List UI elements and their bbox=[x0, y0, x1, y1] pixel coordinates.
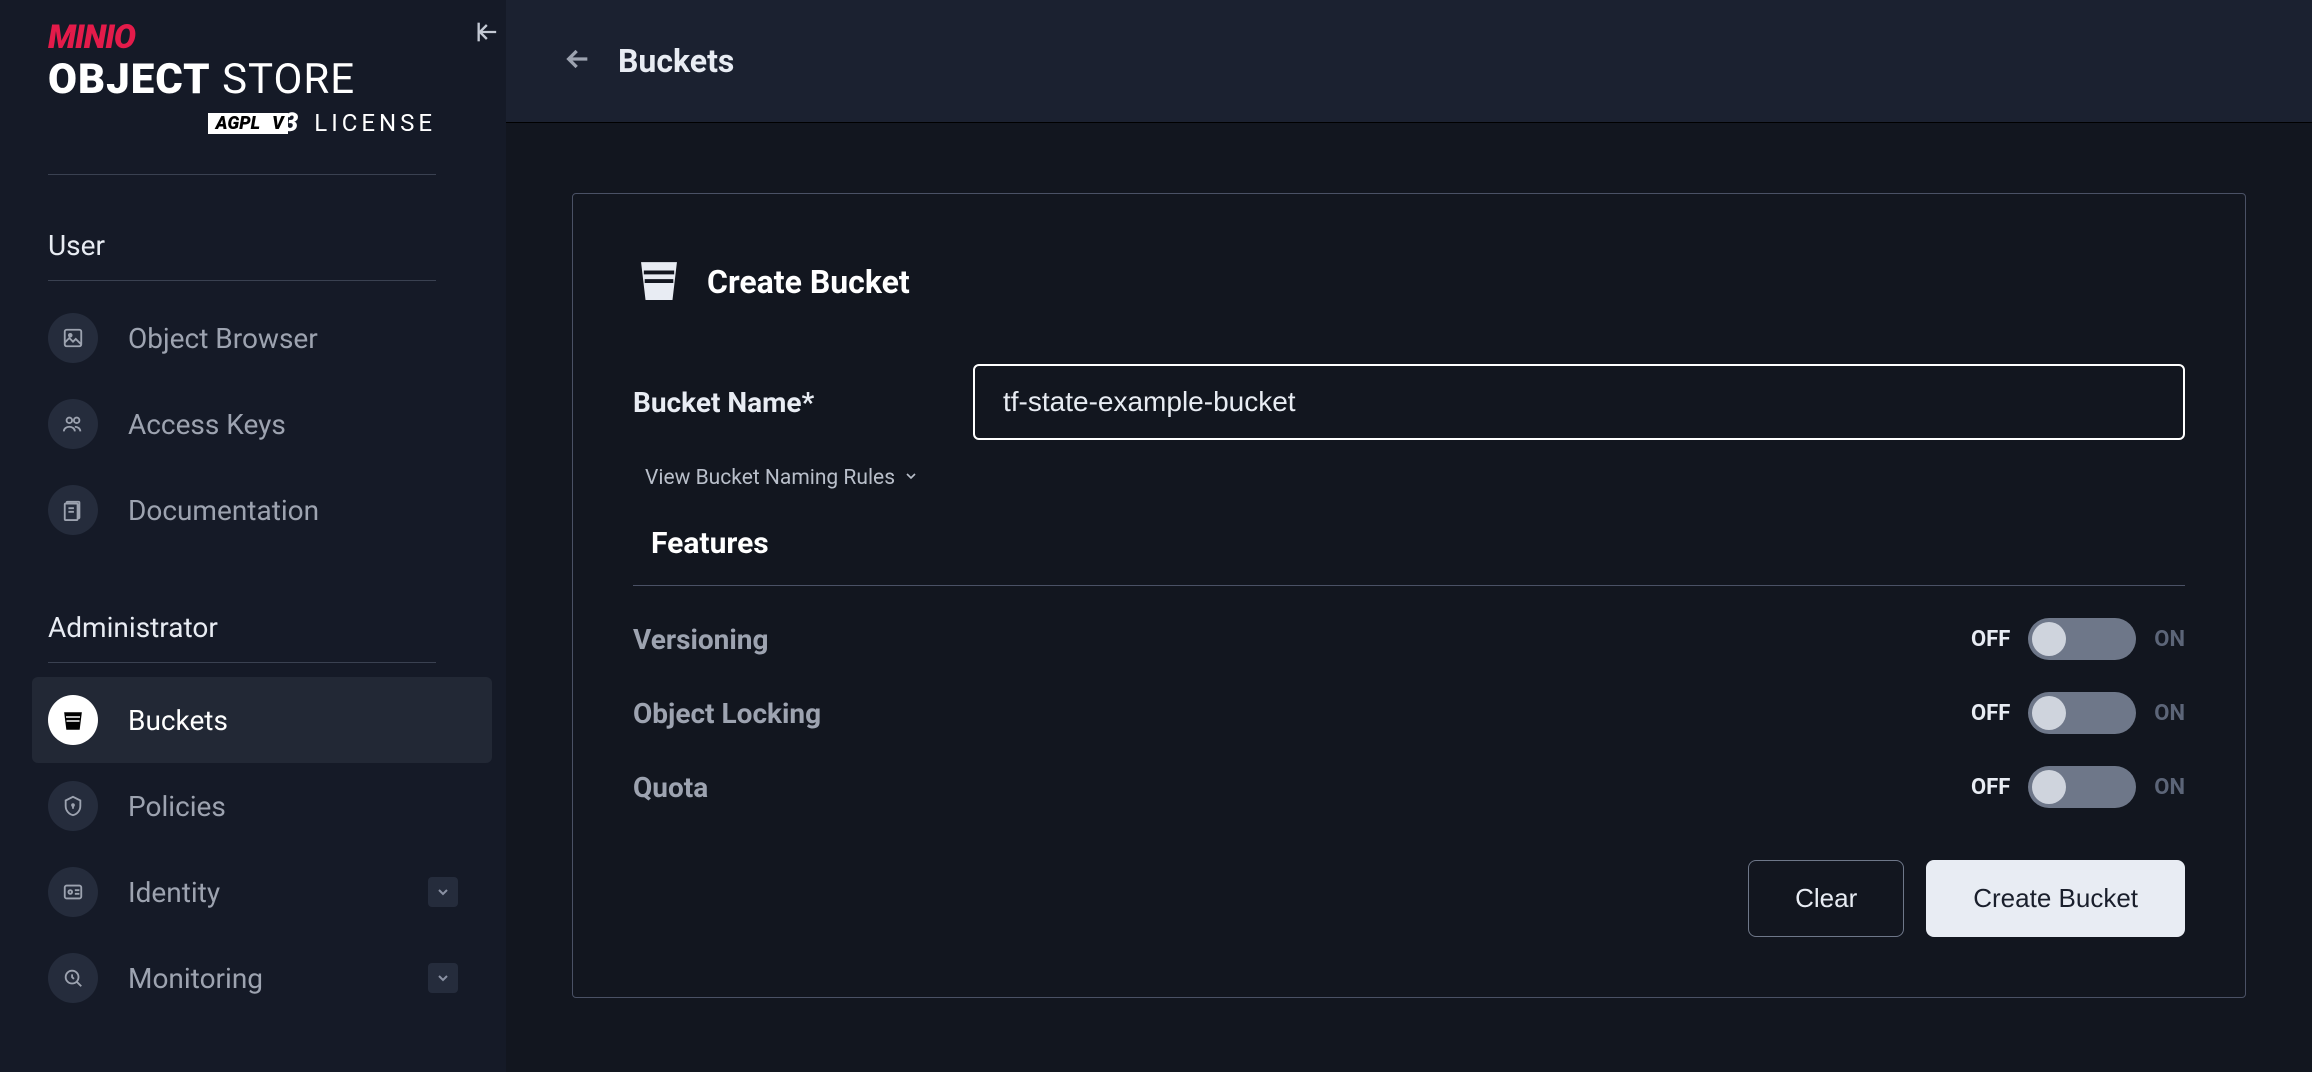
logo-license: AGPLV3 LICENSE bbox=[48, 108, 436, 138]
sidebar-item-label: Object Browser bbox=[128, 322, 482, 355]
create-bucket-button[interactable]: Create Bucket bbox=[1926, 860, 2185, 937]
sidebar-item-label: Monitoring bbox=[128, 962, 428, 995]
feature-quota: Quota OFF ON bbox=[633, 750, 2185, 824]
sidebar-item-label: Identity bbox=[128, 876, 428, 909]
access-keys-icon bbox=[48, 399, 98, 449]
documentation-icon bbox=[48, 485, 98, 535]
feature-label: Versioning bbox=[633, 623, 1971, 656]
toggle-off-label: OFF bbox=[1971, 627, 2010, 652]
toggle-versioning: OFF ON bbox=[1971, 618, 2185, 660]
nav-admin: Buckets Policies Identity Monitoring bbox=[48, 677, 458, 1021]
toggle-object-locking: OFF ON bbox=[1971, 692, 2185, 734]
back-arrow-icon[interactable] bbox=[562, 43, 594, 79]
toggle-switch[interactable] bbox=[2028, 692, 2136, 734]
bucket-icon bbox=[633, 254, 685, 310]
feature-object-locking: Object Locking OFF ON bbox=[633, 676, 2185, 750]
sidebar-item-buckets[interactable]: Buckets bbox=[32, 677, 492, 763]
toggle-quota: OFF ON bbox=[1971, 766, 2185, 808]
identity-icon bbox=[48, 867, 98, 917]
card-header: Create Bucket bbox=[633, 254, 2185, 310]
page-header: Buckets bbox=[506, 0, 2312, 123]
logo-brand: MINIO bbox=[48, 18, 436, 57]
nav-user: Object Browser Access Keys Documentation bbox=[48, 295, 458, 553]
sidebar-item-label: Buckets bbox=[128, 704, 482, 737]
sidebar-item-identity[interactable]: Identity bbox=[32, 849, 492, 935]
bucket-name-label: Bucket Name* bbox=[633, 386, 933, 419]
collapse-sidebar-icon[interactable] bbox=[474, 18, 502, 50]
naming-rules-link[interactable]: View Bucket Naming Rules bbox=[645, 466, 919, 490]
feature-versioning: Versioning OFF ON bbox=[633, 602, 2185, 676]
toggle-on-label: ON bbox=[2154, 627, 2185, 652]
bucket-icon bbox=[48, 695, 98, 745]
policies-icon bbox=[48, 781, 98, 831]
chevron-down-icon bbox=[903, 466, 919, 490]
monitoring-icon bbox=[48, 953, 98, 1003]
toggle-on-label: ON bbox=[2154, 775, 2185, 800]
object-browser-icon bbox=[48, 313, 98, 363]
bucket-name-row: Bucket Name* bbox=[633, 364, 2185, 440]
feature-label: Object Locking bbox=[633, 697, 1971, 730]
create-bucket-card: Create Bucket Bucket Name* View Bucket N… bbox=[572, 193, 2246, 998]
sidebar-item-label: Documentation bbox=[128, 494, 482, 527]
sidebar-item-object-browser[interactable]: Object Browser bbox=[32, 295, 492, 381]
sidebar-item-label: Access Keys bbox=[128, 408, 482, 441]
clear-button[interactable]: Clear bbox=[1748, 860, 1904, 937]
toggle-off-label: OFF bbox=[1971, 701, 2010, 726]
toggle-on-label: ON bbox=[2154, 701, 2185, 726]
divider bbox=[633, 585, 2185, 586]
button-row: Clear Create Bucket bbox=[633, 860, 2185, 937]
sidebar-item-label: Policies bbox=[128, 790, 482, 823]
toggle-switch[interactable] bbox=[2028, 618, 2136, 660]
sidebar-item-documentation[interactable]: Documentation bbox=[32, 467, 492, 553]
page-title: Buckets bbox=[618, 42, 734, 80]
toggle-off-label: OFF bbox=[1971, 775, 2010, 800]
sidebar: MINIO OBJECT STORE AGPLV3 LICENSE User O… bbox=[0, 0, 506, 1072]
features-title: Features bbox=[651, 526, 2185, 561]
logo-product: OBJECT STORE bbox=[48, 55, 436, 104]
chevron-down-icon bbox=[428, 963, 458, 993]
sidebar-item-access-keys[interactable]: Access Keys bbox=[32, 381, 492, 467]
feature-label: Quota bbox=[633, 771, 1971, 804]
section-user-header: User bbox=[48, 211, 436, 281]
section-admin-header: Administrator bbox=[48, 593, 436, 663]
card-title: Create Bucket bbox=[707, 263, 910, 301]
sidebar-item-monitoring[interactable]: Monitoring bbox=[32, 935, 492, 1021]
logo: MINIO OBJECT STORE AGPLV3 LICENSE bbox=[48, 18, 436, 175]
toggle-switch[interactable] bbox=[2028, 766, 2136, 808]
sidebar-item-policies[interactable]: Policies bbox=[32, 763, 492, 849]
chevron-down-icon bbox=[428, 877, 458, 907]
bucket-name-input[interactable] bbox=[973, 364, 2185, 440]
main: Buckets Create Bucket Bucket Name* View … bbox=[506, 0, 2312, 1072]
content: Create Bucket Bucket Name* View Bucket N… bbox=[506, 123, 2312, 1072]
